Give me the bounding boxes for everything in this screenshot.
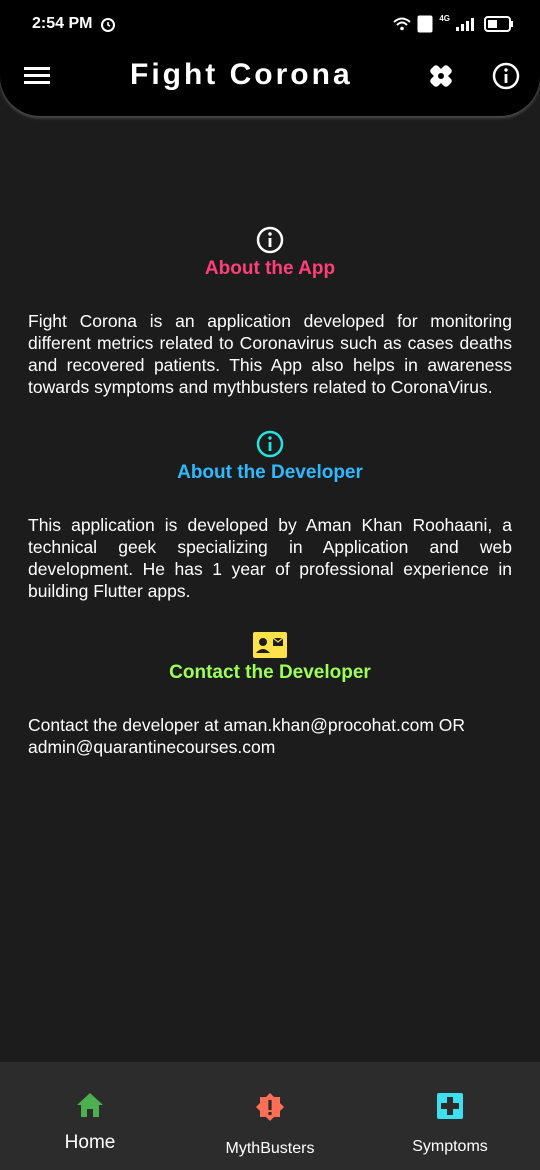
- volte-icon: [417, 15, 433, 33]
- nav-symptoms-label: Symptoms: [412, 1138, 488, 1155]
- nav-home[interactable]: Home: [0, 1062, 180, 1154]
- wifi-icon: [393, 17, 411, 31]
- about-content: About the App Fight Corona is an applica…: [28, 226, 512, 758]
- status-time: 2:54 PM: [32, 15, 93, 32]
- contact-developer-text: Contact the developer at aman.khan@proco…: [28, 715, 466, 757]
- about-developer-section: About the Developer This application is …: [28, 430, 512, 602]
- contact-developer-section: Contact the Developer Contact the develo…: [28, 632, 512, 758]
- home-icon: [77, 1093, 103, 1117]
- battery-icon: [484, 16, 513, 32]
- about-app-title: About the App: [204, 258, 336, 279]
- signal-icon: [456, 18, 474, 31]
- app-title: Fight Corona: [130, 58, 353, 91]
- info-icon: [256, 226, 284, 254]
- nav-home-label: Home: [64, 1132, 116, 1153]
- alarm-icon: [101, 18, 116, 32]
- status-bar: 2:54 PM 4G: [0, 0, 540, 48]
- nav-mythbusters[interactable]: MythBusters: [180, 1062, 360, 1158]
- about-developer-title: About the Developer: [177, 462, 363, 483]
- info-icon: [256, 430, 284, 458]
- contact-card-icon: [253, 632, 287, 658]
- info-icon[interactable]: [492, 62, 520, 90]
- bandage-icon[interactable]: [426, 61, 456, 91]
- nav-symptoms[interactable]: Symptoms: [360, 1062, 540, 1156]
- about-developer-text: This application is developed by Aman Kh…: [28, 515, 512, 601]
- medical-plus-icon: [437, 1093, 463, 1119]
- network-type: 4G: [439, 13, 450, 23]
- nav-mythbusters-label: MythBusters: [225, 1140, 315, 1157]
- bottom-navigation: Home MythBusters Symptoms: [0, 1062, 540, 1170]
- about-app-section: About the App Fight Corona is an applica…: [28, 226, 512, 398]
- contact-developer-title: Contact the Developer: [169, 662, 371, 683]
- alert-badge-icon: [256, 1093, 284, 1121]
- menu-icon[interactable]: [24, 65, 52, 87]
- about-app-text: Fight Corona is an application developed…: [28, 311, 512, 397]
